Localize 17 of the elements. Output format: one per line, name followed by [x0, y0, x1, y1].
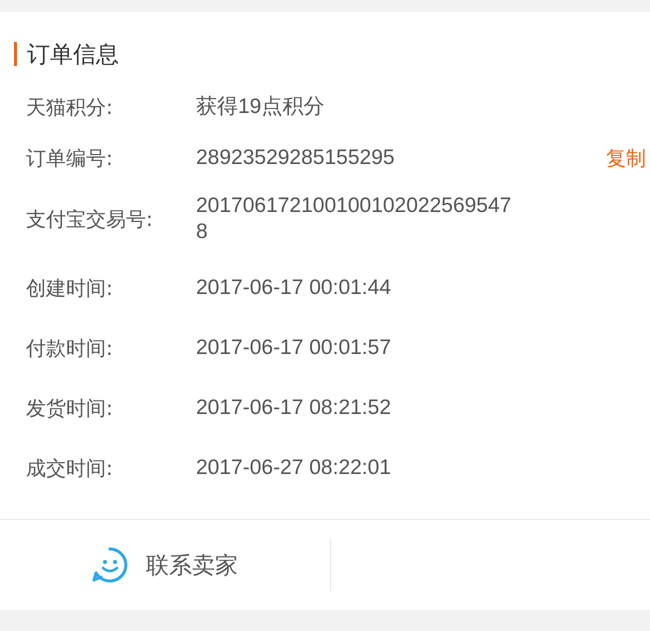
field-label: 付款时间:: [26, 335, 114, 361]
field-value: 2017-06-17 08:21:52: [196, 395, 392, 421]
accent-bar: [14, 42, 17, 66]
section-title: 订单信息: [27, 40, 119, 70]
field-label: 天猫积分:: [26, 94, 114, 120]
field-label: 订单编号:: [26, 145, 114, 171]
field-value: 2017-06-17 00:01:57: [196, 335, 392, 361]
chat-icon: [92, 547, 128, 583]
field-value: 28923529285155295: [196, 145, 396, 171]
field-value: 2017-06-17 00:01:44: [196, 275, 392, 301]
field-value: 2017061721001001020225695478: [196, 193, 512, 245]
field-value: 获得19点积分: [196, 94, 326, 120]
field-label: 支付宝交易号:: [26, 206, 154, 232]
field-label: 发货时间:: [26, 395, 114, 421]
field-value: 2017-06-27 08:22:01: [196, 455, 392, 481]
field-label: 创建时间:: [26, 275, 114, 301]
field-label: 成交时间:: [26, 455, 114, 481]
